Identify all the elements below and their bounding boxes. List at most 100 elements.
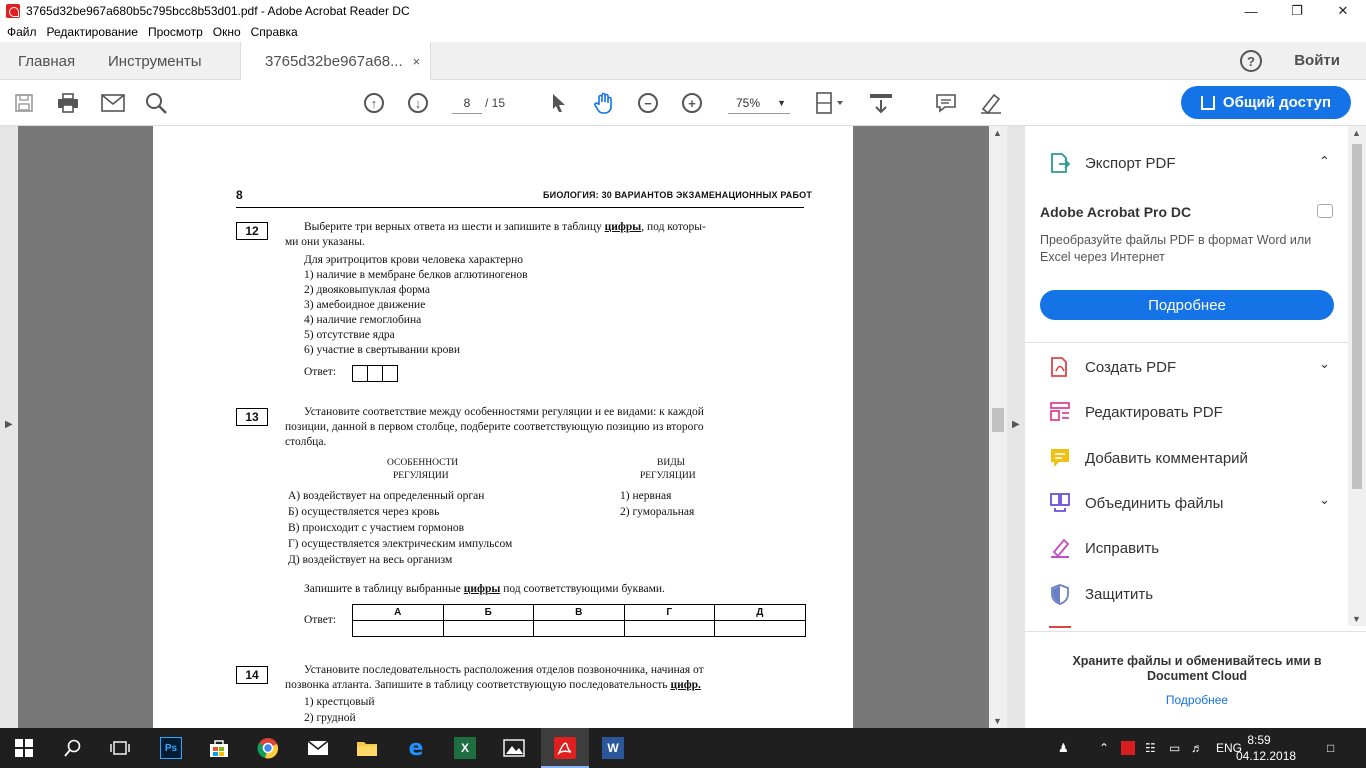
menu-view[interactable]: Просмотр	[148, 25, 203, 39]
signin-button[interactable]: Войти	[1294, 52, 1340, 69]
page-number: 8	[236, 188, 243, 202]
document-cloud-link[interactable]: Подробнее	[1047, 693, 1347, 707]
hand-tool-icon[interactable]	[593, 92, 615, 114]
photoshop-icon[interactable]: Ps	[159, 736, 183, 760]
task-view-icon[interactable]	[108, 736, 132, 760]
antivirus-icon[interactable]	[1121, 728, 1135, 768]
menu-file[interactable]: Файл	[7, 25, 37, 39]
prev-page-icon[interactable]: ↑	[364, 92, 384, 114]
scroll-up-icon[interactable]: ▲	[1352, 128, 1361, 138]
q12-option: 4) наличие гемоглобина	[304, 314, 422, 326]
q14-line2: позвонка атланта. Запишите в таблицу соо…	[285, 679, 701, 691]
left-panel-toggle[interactable]: ▶	[0, 126, 18, 728]
table-header-cell: А	[352, 604, 444, 621]
q12-line2: ми они указаны.	[285, 236, 365, 248]
save-icon[interactable]	[14, 92, 34, 114]
sidebar-item-export-pdf[interactable]: Экспорт PDF ⌄	[1049, 150, 1330, 176]
page-number-input[interactable]: 8	[452, 92, 482, 114]
q12-answer-label: Ответ:	[304, 366, 337, 378]
file-explorer-icon[interactable]	[355, 736, 379, 760]
scroll-mode-icon[interactable]	[869, 92, 893, 114]
divider	[1025, 631, 1366, 632]
notifications-icon[interactable]: □	[1327, 728, 1334, 768]
sidebar-item-combine-files[interactable]: Объединить файлы ⌄	[1049, 490, 1330, 516]
chevron-up-icon[interactable]: ⌃	[1099, 728, 1109, 768]
q13-answer-label: Ответ:	[304, 614, 337, 626]
scroll-thumb[interactable]	[1352, 144, 1362, 489]
store-icon[interactable]	[207, 736, 231, 760]
tab-tools[interactable]: Инструменты	[108, 42, 202, 80]
select-tool-icon[interactable]	[551, 92, 567, 114]
chevron-down-icon[interactable]: ⌄	[1319, 356, 1330, 372]
q13-line3: столбца.	[285, 436, 327, 448]
zoom-out-icon[interactable]: −	[638, 92, 658, 114]
pdf-page: 8 БИОЛОГИЯ: 30 ВАРИАНТОВ ЭКЗАМЕНАЦИОННЫХ…	[153, 126, 853, 728]
q14-option: 1) крестцовый	[304, 696, 375, 708]
search-icon[interactable]	[145, 92, 167, 114]
promo-description: Преобразуйте файлы PDF в формат Word или…	[1040, 233, 1312, 264]
chrome-icon[interactable]	[256, 736, 280, 760]
zoom-select[interactable]: 75% ▼	[728, 92, 790, 114]
export-pdf-icon	[1049, 152, 1071, 174]
document-scrollbar[interactable]: ▲ ▼	[989, 126, 1007, 728]
tab-document[interactable]: 3765d32be967a68... ×	[240, 42, 432, 81]
people-icon[interactable]: ♟	[1058, 728, 1069, 768]
share-button[interactable]: Общий доступ	[1181, 86, 1351, 119]
scroll-down-icon[interactable]: ▼	[993, 716, 1002, 726]
photos-icon[interactable]	[502, 736, 526, 760]
highlight-pen-icon[interactable]	[979, 92, 1003, 114]
minimize-button[interactable]: —	[1228, 0, 1274, 22]
q12-option: 2) двояковыпуклая форма	[304, 284, 430, 296]
q13-right-item: 2) гуморальная	[620, 506, 695, 518]
sidebar-item-create-pdf[interactable]: Создать PDF ⌄	[1049, 354, 1330, 380]
tab-home[interactable]: Главная	[18, 42, 75, 80]
scroll-up-icon[interactable]: ▲	[993, 128, 1002, 138]
learn-more-button[interactable]: Подробнее	[1040, 290, 1334, 320]
sidebar-item-protect[interactable]: Защитить	[1049, 581, 1153, 607]
email-icon[interactable]	[101, 92, 125, 114]
maximize-button[interactable]: ❐	[1274, 0, 1320, 22]
close-window-button[interactable]: ✕	[1320, 0, 1366, 22]
help-icon[interactable]: ?	[1240, 50, 1262, 72]
next-page-icon[interactable]: ↓	[408, 92, 428, 114]
sidebar-item-fill-sign[interactable]: Исправить	[1049, 535, 1159, 561]
menu-window[interactable]: Окно	[213, 25, 241, 39]
sidebar-item-edit-pdf[interactable]: Редактировать PDF	[1049, 399, 1223, 425]
table-header-cell: В	[533, 604, 625, 621]
document-viewer[interactable]: ▶ 8 БИОЛОГИЯ: 30 ВАРИАНТОВ ЭКЗАМЕНАЦИОНН…	[0, 126, 1007, 728]
word-icon[interactable]: W	[601, 736, 625, 760]
sidebar-scrollbar[interactable]: ▲ ▼	[1348, 126, 1366, 626]
menu-edit[interactable]: Редактирование	[47, 25, 138, 39]
chevron-down-icon[interactable]: ⌄	[1319, 492, 1330, 508]
print-icon[interactable]	[57, 92, 79, 114]
acrobat-reader-icon[interactable]	[553, 736, 577, 760]
chevron-right-icon: ▶	[5, 419, 13, 430]
sidebar-item-add-comment[interactable]: Добавить комментарий	[1049, 445, 1248, 471]
excel-icon[interactable]: X	[453, 736, 477, 760]
chevron-right-icon: ▶	[1012, 419, 1020, 430]
volume-icon[interactable]: ♬	[1191, 728, 1203, 768]
clock[interactable]: 8:59 04.12.2018	[1236, 732, 1296, 764]
windows-start-icon[interactable]	[12, 736, 36, 760]
q13-answer-table: А Б В Г Д	[352, 604, 806, 637]
shield-icon	[1049, 583, 1071, 605]
question-number-12: 12	[236, 222, 268, 240]
chevron-up-icon[interactable]: ⌄	[1319, 152, 1330, 168]
tab-close-icon[interactable]: ×	[413, 54, 421, 69]
page-fit-icon[interactable]	[815, 92, 845, 114]
scroll-down-icon[interactable]: ▼	[1352, 614, 1361, 624]
edge-icon[interactable]: e	[404, 736, 428, 761]
zoom-in-icon[interactable]: +	[682, 92, 702, 114]
document-cloud-promo: Храните файлы и обменивайтесь ими в Docu…	[1072, 654, 1322, 683]
battery-icon[interactable]: ▭	[1169, 728, 1180, 768]
sidebar-toggle[interactable]: ▶	[1007, 126, 1025, 728]
menu-help[interactable]: Справка	[251, 25, 298, 39]
q13-left-item: В) происходит с участием гормонов	[288, 522, 465, 534]
network-icon[interactable]: ☷	[1145, 728, 1156, 768]
sidebar-item-label: Исправить	[1085, 539, 1160, 557]
scroll-thumb[interactable]	[992, 408, 1004, 432]
combine-files-icon	[1049, 492, 1071, 514]
search-icon[interactable]	[61, 736, 85, 760]
comment-icon[interactable]	[935, 92, 957, 114]
mail-icon[interactable]	[306, 736, 330, 760]
